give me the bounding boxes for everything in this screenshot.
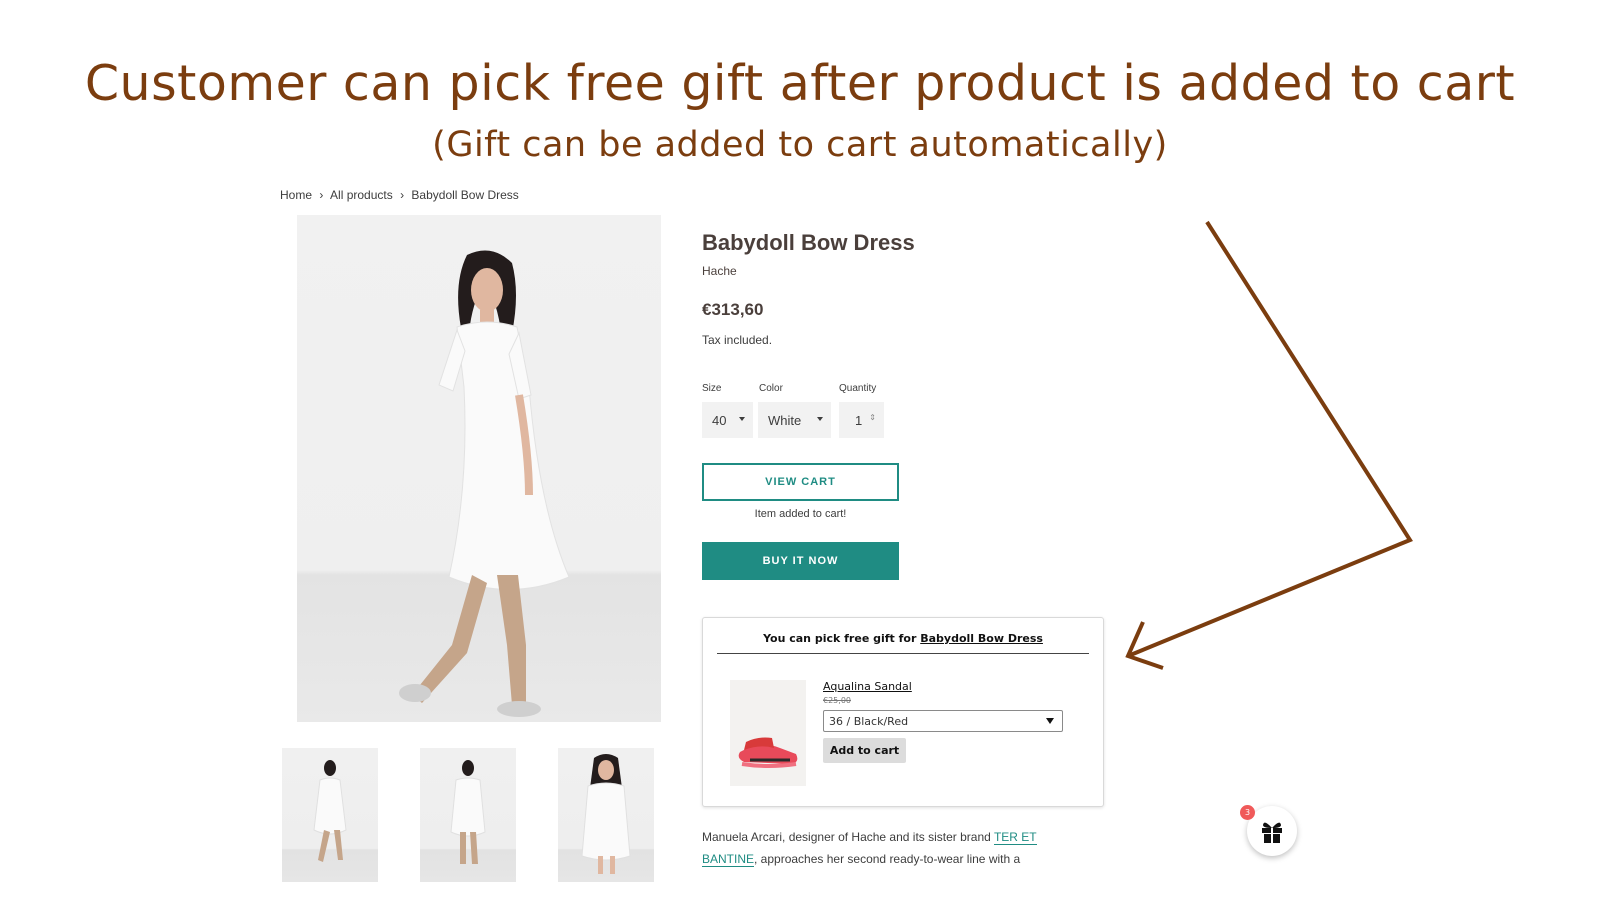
breadcrumb-current: Babydoll Bow Dress	[411, 188, 519, 202]
gift-item-old-price: €25,00	[823, 696, 851, 705]
size-label: Size	[702, 383, 722, 394]
quantity-input[interactable]: 1 ⇕	[839, 402, 884, 438]
free-gift-heading-text: You can pick free gift for	[763, 632, 921, 645]
product-thumbnail[interactable]	[558, 748, 654, 882]
gift-item-image[interactable]	[730, 680, 806, 786]
gift-icon	[1262, 822, 1282, 843]
breadcrumb-home[interactable]: Home	[280, 188, 312, 202]
size-select[interactable]: 40	[702, 402, 753, 438]
thumbnail-model	[581, 754, 631, 874]
color-label: Color	[759, 383, 783, 394]
thumbnail-model	[450, 760, 486, 864]
gift-variant-value: 36 / Black/Red	[829, 714, 909, 728]
breadcrumb: Home › All products › Babydoll Bow Dress	[280, 188, 523, 202]
quantity-label: Quantity	[839, 383, 877, 394]
quantity-value: 1	[855, 412, 863, 428]
caption-title: Customer can pick free gift after produc…	[84, 55, 1516, 112]
sandal-illustration	[738, 737, 798, 768]
free-gift-heading: You can pick free gift for Babydoll Bow …	[717, 632, 1089, 654]
chevron-down-icon	[817, 417, 823, 421]
size-value: 40	[712, 412, 727, 428]
description-text: Manuela Arcari, designer of Hache and it…	[702, 830, 994, 844]
product-price: €313,60	[702, 300, 764, 319]
gift-item-name[interactable]: Aqualina Sandal	[823, 680, 912, 693]
product-description: Manuela Arcari, designer of Hache and it…	[702, 826, 1072, 870]
tax-note: Tax included.	[702, 333, 773, 347]
product-vendor: Hache	[702, 264, 737, 278]
description-tail: , approaches her second ready-to-wear li…	[754, 852, 1021, 866]
product-thumbnail[interactable]	[420, 748, 516, 882]
color-value: White	[768, 412, 802, 428]
breadcrumb-separator: ›	[319, 188, 324, 202]
added-to-cart-message: Item added to cart!	[754, 508, 847, 520]
gift-variant-select[interactable]: 36 / Black/Red	[823, 710, 1063, 732]
chevron-down-icon	[739, 417, 745, 421]
free-gift-panel: You can pick free gift for Babydoll Bow …	[702, 617, 1104, 807]
product-thumbnail[interactable]	[282, 748, 378, 882]
breadcrumb-separator: ›	[400, 188, 405, 202]
caption-subtitle: (Gift can be added to cart automatically…	[432, 125, 1168, 165]
store-page: Home › All products › Babydoll Bow Dress	[262, 180, 1347, 900]
stepper-icon[interactable]: ⇕	[869, 413, 876, 422]
color-select[interactable]: White	[758, 402, 831, 438]
gift-add-to-cart-button[interactable]: Add to cart	[823, 738, 906, 763]
view-cart-button[interactable]: VIEW CART	[702, 463, 899, 501]
free-gift-product-link[interactable]: Babydoll Bow Dress	[920, 632, 1043, 645]
gift-count-badge: 3	[1240, 805, 1255, 820]
product-main-image[interactable]	[297, 215, 661, 722]
buy-now-button[interactable]: BUY IT NOW	[702, 542, 899, 580]
chevron-down-icon	[1046, 718, 1054, 724]
product-title: Babydoll Bow Dress	[702, 230, 915, 255]
thumbnail-model	[313, 760, 347, 862]
model-illustration	[399, 250, 570, 717]
breadcrumb-all-products[interactable]: All products	[330, 188, 393, 202]
